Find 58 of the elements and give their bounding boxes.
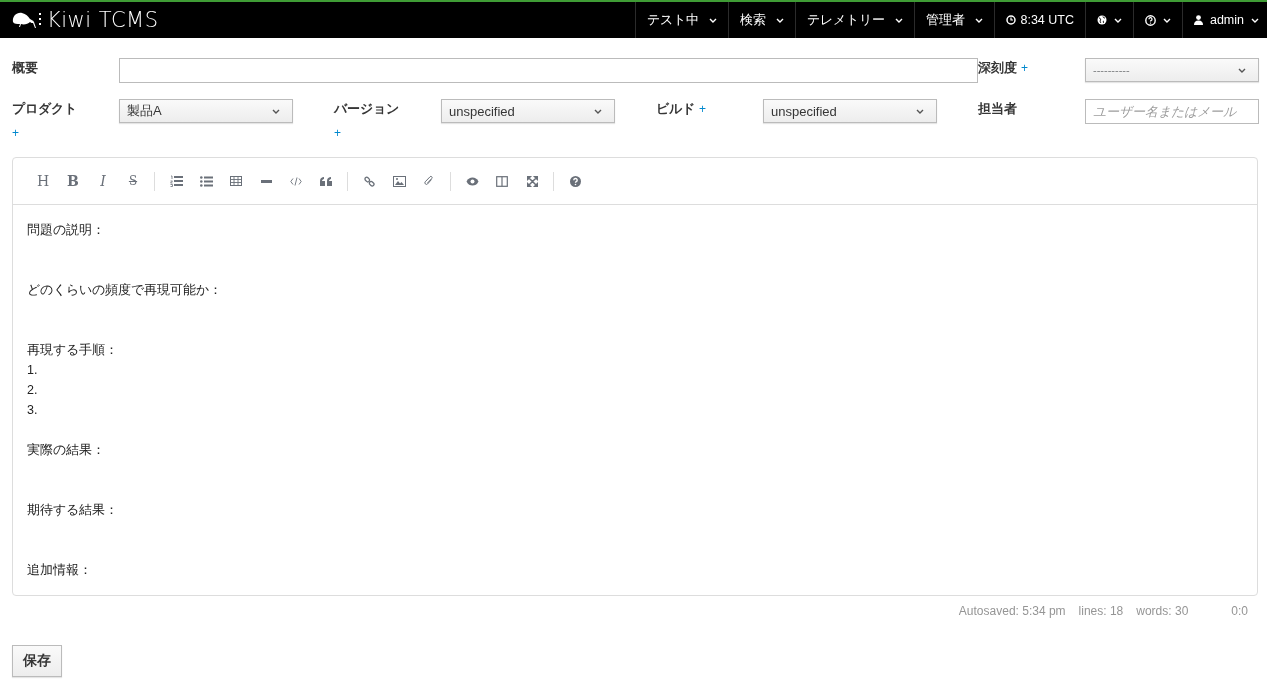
select-dropdown[interactable]: unspecified xyxy=(763,99,937,123)
caret-icon xyxy=(776,17,785,23)
add-link[interactable]: + xyxy=(12,126,19,140)
select-dropdown[interactable]: 製品A xyxy=(119,99,293,123)
section-heading-text: 期待する結果： xyxy=(27,502,119,519)
nav-menu-item[interactable]: テスト中 xyxy=(635,2,729,38)
nav-menu-item[interactable]: 検索 xyxy=(728,2,796,38)
add-link[interactable]: + xyxy=(1021,61,1028,75)
caret-icon xyxy=(1238,67,1246,73)
help-icon xyxy=(1144,14,1156,26)
field-label: 概要 xyxy=(12,60,38,77)
nav-menu-item[interactable]: 管理者 xyxy=(914,2,995,38)
caret-icon xyxy=(916,108,924,114)
caret-icon xyxy=(1162,17,1171,23)
italic-button[interactable]: I xyxy=(88,166,118,196)
cursor-position: 0:0 xyxy=(1231,604,1248,618)
field-label: ビルド xyxy=(656,101,695,118)
section-heading-text: 問題の説明： xyxy=(27,222,106,239)
caret-icon xyxy=(895,17,904,23)
nav-menu-item[interactable]: admin xyxy=(1181,2,1267,38)
clock-icon xyxy=(1006,15,1017,25)
globe-icon xyxy=(1096,15,1107,25)
field-label: プロダクト xyxy=(12,101,77,118)
add-link[interactable]: + xyxy=(699,102,706,116)
section-heading-text: どのくらいの頻度で再現可能か： xyxy=(27,282,223,299)
field-label: 担当者 xyxy=(978,101,1017,118)
bold-button[interactable]: B xyxy=(58,166,88,196)
caret-icon xyxy=(272,108,280,114)
summary-input-field[interactable] xyxy=(119,58,978,83)
caret-icon xyxy=(1251,17,1259,23)
markdown-editor[interactable]: H B I S 問題の説明： どのくらいの頻度で再現可能か： 再現する手順： 1. 2. 3. 実際の結果： 期待する結果： 追加情報： xyxy=(12,157,1258,596)
user-icon xyxy=(1193,15,1203,25)
caret-icon xyxy=(975,17,984,23)
add-link[interactable]: + xyxy=(334,126,341,140)
caret-icon xyxy=(709,17,718,23)
brand-name: Kiwi TCMS xyxy=(47,8,159,32)
select-dropdown[interactable]: ---------- xyxy=(1085,58,1259,82)
save-button[interactable]: 保存 xyxy=(12,645,62,677)
section-heading-text: 再現する手順： xyxy=(27,342,119,359)
caret-icon xyxy=(1113,17,1122,23)
field-label: 深刻度 xyxy=(978,60,1017,77)
select-dropdown[interactable]: unspecified xyxy=(441,99,615,123)
word-count: words: 30 xyxy=(1136,604,1189,618)
nav-menu-item[interactable]: 8:34 UTC xyxy=(994,2,1085,38)
caret-icon xyxy=(594,108,602,114)
strike-button[interactable]: S xyxy=(118,166,148,196)
field-label: バージョン xyxy=(334,101,399,118)
autosave-status: Autosaved: 5:34 pm xyxy=(958,604,1066,618)
list-item-text: 3. xyxy=(27,402,39,419)
section-heading-text: 実際の結果： xyxy=(27,442,106,459)
heading-button[interactable]: H xyxy=(28,166,58,196)
nav-menu-item[interactable]: テレメトリー xyxy=(795,2,915,38)
line-count: lines: 18 xyxy=(1078,604,1124,618)
list-item-text: 1. xyxy=(27,362,39,379)
assignee-input-field[interactable]: ユーザー名またはメール xyxy=(1085,99,1259,124)
kiwi-bird-logo-icon xyxy=(11,10,43,30)
list-item-text: 2. xyxy=(27,382,39,399)
section-heading-text: 追加情報： xyxy=(27,562,93,579)
